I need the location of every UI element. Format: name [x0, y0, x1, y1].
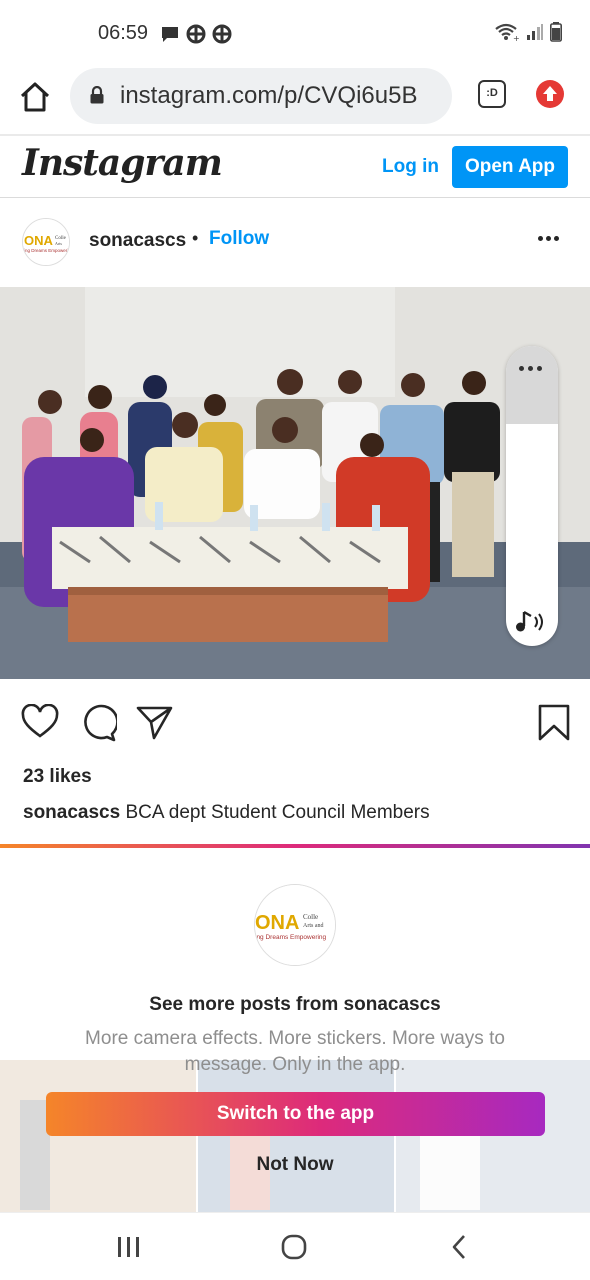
open-app-button[interactable]: Open App [452, 146, 568, 188]
svg-text:ONA: ONA [24, 233, 54, 248]
screen: 06:59 + instagram.com/p/CVQi6u5B :D Inst… [0, 0, 590, 1280]
wifi-icon: + [495, 23, 520, 42]
gallery-icon [186, 24, 206, 44]
url-text: instagram.com/p/CVQi6u5B [120, 82, 418, 109]
sheet-title: See more posts from sonacascs [149, 994, 441, 1015]
recent-apps-icon[interactable] [117, 1236, 141, 1258]
likes-count[interactable]: 23 likes [23, 766, 92, 788]
back-icon[interactable] [451, 1234, 467, 1260]
faded-posts-grid [0, 1060, 590, 1212]
save-bookmark-icon[interactable] [538, 704, 570, 742]
follow-button[interactable]: Follow [209, 228, 269, 250]
open-app-sheet: ONA Colle Arts and ing Dreams Empowering… [0, 848, 590, 1212]
svg-text:ing Dreams Empowering: ing Dreams Empowering [24, 248, 70, 253]
like-heart-icon[interactable] [21, 704, 59, 740]
browser-toolbar: instagram.com/p/CVQi6u5B :D [0, 66, 590, 134]
instagram-header: Instagram Log in Open App [0, 134, 590, 198]
post-username[interactable]: sonacascs [89, 230, 186, 252]
svg-text:Arts: Arts [55, 241, 62, 246]
status-time: 06:59 [98, 22, 149, 44]
sheet-subtitle: More camera effects. More stickers. More… [85, 1028, 505, 1075]
status-notification-icons [160, 24, 232, 44]
instagram-logo[interactable]: Instagram [22, 142, 223, 184]
group-photo-image [0, 287, 590, 679]
sheet-avatar-tagline: ing Dreams Empowering [255, 934, 327, 941]
sheet-avatar-logo-text: ONA [255, 912, 299, 934]
switch-to-app-button[interactable]: Switch to the app [46, 1092, 545, 1136]
post-header: ONA Colle Arts ing Dreams Empowering son… [0, 198, 590, 286]
login-link[interactable]: Log in [382, 156, 439, 178]
upload-icon[interactable] [536, 80, 564, 108]
home-icon[interactable] [18, 80, 52, 114]
volume-slider-empty [506, 346, 558, 424]
signal-icon [527, 24, 543, 40]
music-volume-icon [516, 610, 543, 632]
avatar[interactable]: ONA Colle Arts ing Dreams Empowering [22, 218, 70, 266]
share-icon[interactable] [136, 705, 174, 741]
volume-options-icon[interactable] [519, 366, 542, 371]
message-icon [162, 27, 178, 42]
gallery-icon [212, 24, 232, 44]
sheet-avatar: ONA Colle Arts and ing Dreams Empowering [254, 884, 336, 966]
status-system-icons: + [494, 22, 562, 42]
svg-text:Arts and: Arts and [303, 923, 324, 929]
comment-icon[interactable] [79, 704, 117, 742]
tabs-button[interactable]: :D [478, 80, 506, 108]
post-photo[interactable] [0, 287, 590, 679]
caption-username[interactable]: sonacascs [23, 802, 120, 823]
college-logo-icon: ONA Colle Arts and ing Dreams Empowering [255, 885, 335, 965]
post-actions [0, 680, 590, 760]
svg-text:Colle: Colle [303, 913, 318, 921]
url-bar[interactable]: instagram.com/p/CVQi6u5B [70, 68, 452, 124]
not-now-button[interactable]: Not Now [0, 1154, 590, 1176]
more-options-icon[interactable] [538, 236, 559, 241]
separator-dot: • [192, 228, 199, 248]
college-logo-icon: ONA Colle Arts ing Dreams Empowering [23, 219, 70, 265]
caption-text: BCA dept Student Council Members [125, 802, 430, 823]
status-bar: 06:59 + [0, 0, 590, 66]
system-navigation-bar [0, 1212, 590, 1280]
post-caption: sonacascs BCA dept Student Council Membe… [23, 802, 430, 824]
battery-icon [550, 22, 562, 42]
volume-slider[interactable] [506, 346, 558, 646]
home-circle-icon[interactable] [281, 1234, 307, 1260]
svg-text:+: + [513, 34, 520, 42]
lock-icon [90, 86, 104, 104]
